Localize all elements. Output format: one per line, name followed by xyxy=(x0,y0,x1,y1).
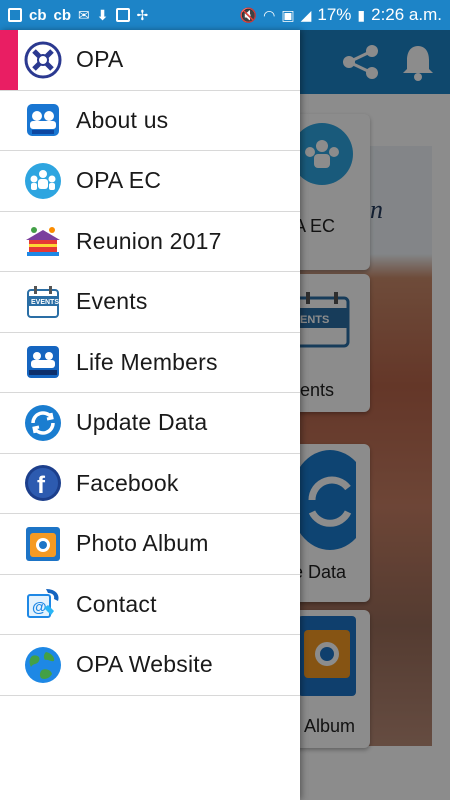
status-bar: cb cb ✉ ⬇ ✢ 🔇 ◠ ▣ ◢ 17% ▮ 2:26 a.m. xyxy=(0,0,450,30)
drawer-item-label: Facebook xyxy=(76,469,179,496)
contact-icon: @ xyxy=(24,585,62,623)
drawer-item-reunion-2017[interactable]: Reunion 2017 xyxy=(0,212,300,272)
drawer-item-label: OPA Website xyxy=(76,651,213,678)
drawer-item-photo-album[interactable]: Photo Album xyxy=(0,514,300,575)
status-system: 🔇 ◠ ▣ ◢ 17% ▮ 2:26 a.m. xyxy=(240,5,442,25)
svg-text:@: @ xyxy=(32,599,47,616)
notification-icon xyxy=(8,8,22,22)
drawer-item-label: About us xyxy=(76,106,169,133)
image-icon xyxy=(115,8,130,22)
drawer-item-events[interactable]: EVENTS Events xyxy=(0,272,300,333)
opa-ec-icon xyxy=(24,162,62,200)
clock: 2:26 a.m. xyxy=(371,5,442,24)
drawer-item-opa-website[interactable]: OPA Website xyxy=(0,635,300,696)
life-members-icon xyxy=(24,343,62,381)
wifi-icon: ◠ xyxy=(263,7,276,23)
photo-album-icon xyxy=(24,525,62,563)
battery-percent: 17% xyxy=(317,5,352,24)
navigation-drawer: OPA About us OPA EC Reunion 2017 EVENTS … xyxy=(0,30,300,800)
sim-icon: ▣ xyxy=(281,7,295,23)
website-globe-icon xyxy=(24,646,62,684)
reunion-icon xyxy=(24,222,62,260)
drawer-item-about-us[interactable]: About us xyxy=(0,91,300,151)
mute-icon: 🔇 xyxy=(239,7,258,23)
drawer-item-facebook[interactable]: f Facebook xyxy=(0,454,300,514)
update-data-icon xyxy=(24,404,62,442)
opa-logo-icon xyxy=(24,41,62,79)
drawer-item-label: Photo Album xyxy=(76,530,209,557)
drawer-item-label: OPA xyxy=(76,46,124,73)
facebook-icon: f xyxy=(24,464,62,502)
active-indicator xyxy=(0,30,18,90)
svg-text:EVENTS: EVENTS xyxy=(31,299,59,306)
events-icon: EVENTS xyxy=(24,283,62,321)
sync-icon: ✢ xyxy=(136,7,149,23)
drawer-item-label: Contact xyxy=(76,590,157,617)
signal-icon: ◢ xyxy=(300,7,312,23)
drawer-item-contact[interactable]: @ Contact xyxy=(0,575,300,635)
drawer-item-update-data[interactable]: Update Data xyxy=(0,393,300,454)
notification-text-2: cb xyxy=(53,6,72,24)
drawer-item-label: Reunion 2017 xyxy=(76,227,222,254)
drawer-item-label: OPA EC xyxy=(76,167,162,194)
drawer-item-label: Update Data xyxy=(76,409,208,436)
svg-text:f: f xyxy=(37,472,46,499)
notification-text-1: cb xyxy=(29,6,47,24)
battery-icon: ▮ xyxy=(357,7,366,23)
about-us-icon xyxy=(24,101,62,139)
download-icon: ⬇ xyxy=(96,7,109,23)
status-notifications: cb cb ✉ ⬇ ✢ xyxy=(8,7,148,24)
drawer-item-opa-ec[interactable]: OPA EC xyxy=(0,151,300,212)
mail-icon: ✉ xyxy=(78,7,90,23)
drawer-item-label: Events xyxy=(76,288,148,315)
drawer-item-life-members[interactable]: Life Members xyxy=(0,333,300,393)
drawer-item-opa[interactable]: OPA xyxy=(0,30,300,91)
drawer-item-label: Life Members xyxy=(76,348,218,375)
